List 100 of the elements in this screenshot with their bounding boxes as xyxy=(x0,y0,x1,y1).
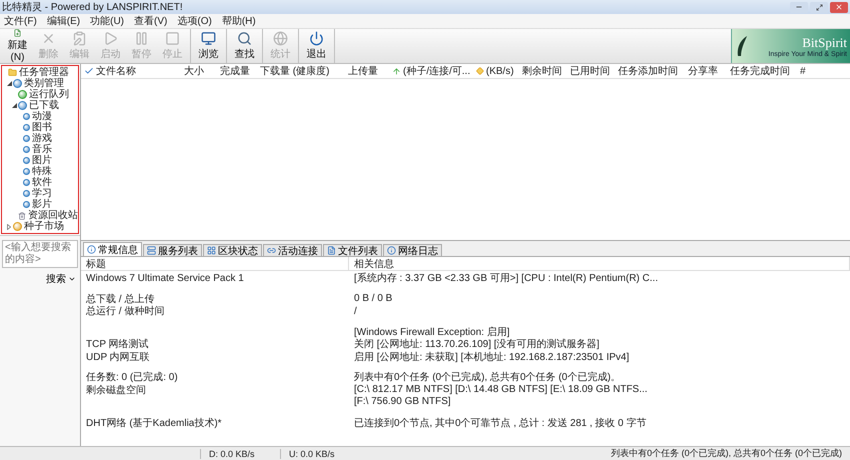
minimize-icon[interactable] xyxy=(790,2,808,12)
column-header: 相关信息 xyxy=(349,257,850,271)
info-value: 0 B / 0 B xyxy=(353,293,394,304)
column-header[interactable]: (种子/连接/可... xyxy=(389,64,473,78)
menu-item[interactable]: 选项(O) xyxy=(177,14,212,28)
link-icon xyxy=(267,246,276,255)
maximize-icon[interactable] xyxy=(810,2,828,12)
info-value: 列表中有0个任务 (0个已完成), 总共有0个任务 (0个已完成)。 xyxy=(353,370,622,384)
info-icon xyxy=(387,246,396,255)
tree-item[interactable]: 已下载 xyxy=(29,100,59,111)
column-header[interactable]: 已用时间 xyxy=(567,64,615,78)
circle-icon xyxy=(13,222,22,231)
chevron-down-icon xyxy=(68,275,76,283)
expanded-arrow-icon[interactable] xyxy=(7,81,12,86)
menu-item[interactable]: 编辑(E) xyxy=(46,14,80,28)
circle-icon xyxy=(18,90,27,99)
monitor-icon xyxy=(201,31,216,46)
collapsed-arrow-icon[interactable] xyxy=(7,224,11,230)
tab[interactable]: 活动连接 xyxy=(263,244,322,256)
tree-item[interactable]: 软件 xyxy=(32,177,52,188)
tree-item[interactable]: 动漫 xyxy=(32,111,52,122)
tree-item[interactable]: 音乐 xyxy=(32,144,52,155)
menu-item[interactable]: 文件(F) xyxy=(4,14,37,28)
folder-icon xyxy=(8,68,17,77)
info-label: UDP 内网互联 xyxy=(85,350,151,364)
toolbar-button[interactable]: 新建(N) xyxy=(2,29,33,63)
info-value: 启用 [公网地址: 未获取] [本机地址: 192.168.2.187:23501 IPv4] xyxy=(353,350,630,364)
tree-item[interactable]: 种子市场 xyxy=(24,221,64,232)
info-value: 已连接到0个节点, 其中0个可靠节点 , 总计 : 发送 281 , 接收 0 字节 xyxy=(353,416,648,430)
info-icon xyxy=(87,245,96,254)
column-header[interactable]: 任务完成时间 xyxy=(727,64,797,78)
toolbar-button[interactable]: 浏览 xyxy=(193,29,224,63)
dot-icon xyxy=(23,113,30,120)
tab[interactable]: 网络日志 xyxy=(383,244,442,256)
info-label: TCP 网络测试 xyxy=(85,338,150,351)
menu-item[interactable]: 功能(U) xyxy=(90,14,124,28)
tree-item[interactable]: 类别管理 xyxy=(24,78,64,89)
dot-icon xyxy=(23,168,30,175)
column-header[interactable]: 大小 xyxy=(181,64,217,78)
speed-status: D: 0.0 KB/s xyxy=(200,448,280,458)
info-label: 总下载 / 总上传 xyxy=(85,292,156,306)
file-icon xyxy=(327,246,336,255)
dot-icon xyxy=(23,135,30,142)
column-header[interactable]: 文件名称 xyxy=(81,64,181,78)
diamond-icon xyxy=(476,67,484,75)
tab[interactable]: 文件列表 xyxy=(323,244,382,256)
check-icon xyxy=(84,66,94,76)
tree-item[interactable]: 影片 xyxy=(32,199,52,210)
info-label: 任务数: 0 (已完成: 0) xyxy=(85,370,179,384)
column-header[interactable]: 分享率 xyxy=(685,64,727,78)
tree-item[interactable]: 任务管理器 xyxy=(19,67,69,78)
dot-icon xyxy=(23,157,30,164)
tree-item[interactable]: 特殊 xyxy=(32,166,52,177)
column-header[interactable]: # xyxy=(797,64,850,78)
tree-item[interactable]: 图片 xyxy=(32,155,52,166)
toolbar-button[interactable]: 退出 xyxy=(301,29,332,63)
close-icon[interactable] xyxy=(830,2,848,12)
column-header[interactable]: 上传量 xyxy=(345,64,389,78)
column-header[interactable]: 任务添加时间 xyxy=(615,64,685,78)
stop-icon xyxy=(165,31,180,46)
circle-icon xyxy=(18,101,27,110)
info-value: [系统内存 : 3.37 GB <2.33 GB 可用>] [CPU : Intel(R) Pentium(R) C... xyxy=(353,272,659,285)
expanded-arrow-icon[interactable] xyxy=(12,103,17,108)
tab[interactable]: 服务列表 xyxy=(143,244,202,256)
menu-item[interactable]: 帮助(H) xyxy=(222,14,256,28)
cross-icon xyxy=(41,31,56,46)
column-header[interactable]: (KB/s) xyxy=(473,64,519,78)
circle-icon xyxy=(13,79,22,88)
tree-item[interactable]: 游戏 xyxy=(32,133,52,144)
column-header[interactable]: 下载量 (健康度) xyxy=(257,64,345,78)
column-header[interactable]: 剩余时间 xyxy=(519,64,567,78)
grid-icon xyxy=(207,246,216,255)
status-summary: 列表中有0个任务 (0个已完成), 总共有0个任务 (0个已完成) xyxy=(610,447,843,460)
search-button[interactable]: 搜索 xyxy=(44,272,78,286)
tree-item[interactable]: 运行队列 xyxy=(29,89,69,100)
info-label: DHT网络 (基于Kademlia技术)* xyxy=(85,416,223,430)
menu-item[interactable]: 查看(V) xyxy=(134,14,168,28)
search-field[interactable]: <输入想要搜索的内容> xyxy=(2,240,78,268)
info-value: [F:\ 756.90 GB NTFS] xyxy=(353,396,452,407)
globe-icon xyxy=(273,31,288,46)
tab[interactable]: 常规信息 xyxy=(83,242,142,256)
power-icon xyxy=(309,31,324,46)
tree-item[interactable]: 学习 xyxy=(32,188,52,199)
dot-icon xyxy=(23,124,30,131)
up-arrow-icon xyxy=(392,66,401,76)
speed-status: U: 0.0 KB/s xyxy=(280,448,360,458)
pause-icon xyxy=(134,31,149,46)
clipboard-icon xyxy=(72,31,87,46)
column-header[interactable]: 完成量 xyxy=(217,64,257,78)
dot-icon xyxy=(23,146,30,153)
info-value: [C:\ 812.17 MB NTFS] [D:\ 14.48 GB NTFS] [E:\ 18.09 GB NTFS... xyxy=(353,384,648,395)
play-icon xyxy=(103,31,118,46)
search-icon xyxy=(237,31,252,46)
toolbar-button[interactable]: 查找 xyxy=(229,29,260,63)
tree-item[interactable]: 资源回收站 xyxy=(28,210,78,221)
dot-icon xyxy=(23,201,30,208)
tree-item[interactable]: 图书 xyxy=(32,122,52,133)
tab[interactable]: 区块状态 xyxy=(203,244,262,256)
logo-text: BitSpirit xyxy=(802,34,847,50)
dot-icon xyxy=(23,179,30,186)
